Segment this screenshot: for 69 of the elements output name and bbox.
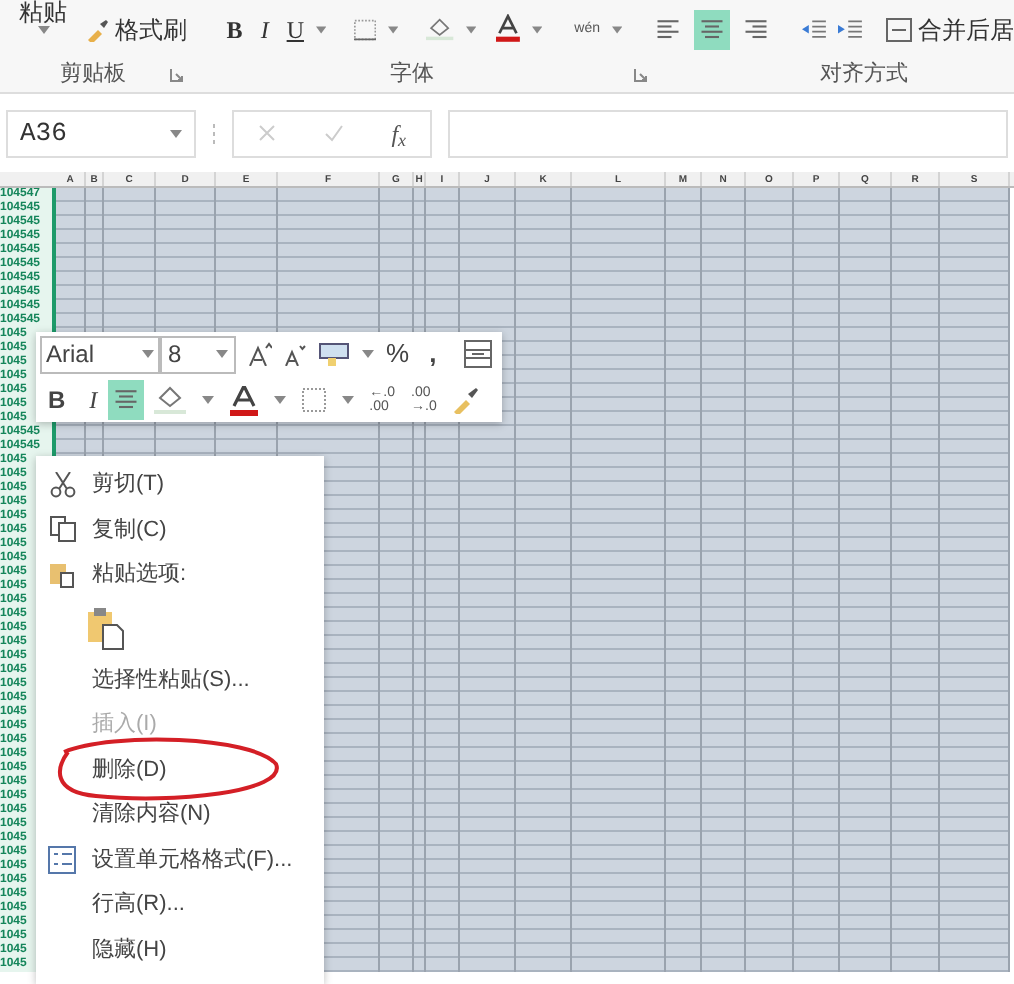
brush-icon [86, 17, 111, 41]
group-label: 对齐方式 [820, 59, 908, 90]
caret-icon[interactable] [37, 25, 50, 33]
menu-item[interactable]: 粘贴选项: [36, 552, 324, 597]
font-color-icon[interactable] [496, 14, 521, 44]
font-name-field[interactable]: Arial [40, 335, 160, 373]
bold-button[interactable]: B [48, 382, 66, 418]
formula-input[interactable] [448, 109, 1008, 157]
underline-button[interactable]: U [286, 11, 304, 47]
insert-function-button[interactable]: f$_{x}$ [391, 115, 407, 151]
brush-icon[interactable] [452, 386, 481, 414]
scissors-icon [49, 471, 75, 498]
align-center-icon [698, 17, 727, 41]
menu-item[interactable]: 隐藏(H) [36, 927, 324, 972]
dialog-launcher-icon[interactable] [634, 67, 648, 81]
menu-item[interactable]: 复制(C) [36, 507, 324, 552]
increase-indent-icon[interactable] [838, 17, 863, 41]
border-icon[interactable] [354, 17, 377, 41]
group-label: 剪贴板 [60, 59, 126, 90]
bold-button[interactable]: B [226, 11, 243, 47]
dialog-launcher-icon[interactable] [170, 67, 184, 81]
name-box[interactable]: A36 [6, 109, 196, 157]
align-right-icon [742, 17, 771, 41]
align-center-button[interactable] [107, 380, 144, 420]
menu-item[interactable]: 清除内容(N) [36, 792, 324, 837]
menu-item[interactable]: 设置单元格格式(F)... [36, 837, 324, 882]
italic-button[interactable]: I [260, 11, 269, 47]
align-center-icon [111, 388, 140, 412]
format-painter-button[interactable]: 格式刷 [82, 9, 191, 49]
grow-font-icon[interactable] [248, 342, 272, 366]
fill-color-icon[interactable] [153, 386, 186, 414]
copy-icon [49, 516, 75, 543]
caret-icon[interactable] [216, 350, 228, 358]
fill-color-icon[interactable] [426, 16, 454, 42]
caret-icon[interactable] [362, 350, 374, 358]
align-center-button[interactable] [694, 9, 731, 49]
caret-icon[interactable] [388, 25, 399, 33]
font-size-field[interactable]: 8 [160, 335, 236, 373]
menu-item[interactable]: 选择性粘贴(S)... [36, 657, 324, 702]
caret-icon[interactable] [142, 350, 154, 358]
caret-icon[interactable] [532, 25, 543, 33]
menu-item[interactable]: 行高(R)... [36, 882, 324, 927]
caret-icon[interactable] [612, 25, 623, 33]
merge-cells-icon [886, 17, 913, 41]
drag-handle-icon [212, 123, 216, 143]
menu-item[interactable]: 删除(D) [36, 747, 324, 792]
align-left-icon [654, 17, 683, 41]
caret-icon[interactable] [315, 25, 327, 33]
caret-icon[interactable] [170, 129, 182, 137]
number-format-icon[interactable] [318, 342, 350, 366]
border-icon[interactable] [301, 388, 326, 412]
clipboard-icon [50, 560, 74, 589]
wrap-text-icon[interactable] [464, 340, 493, 368]
italic-button[interactable]: I [89, 382, 98, 418]
paste-label[interactable]: 粘贴 [19, 0, 68, 25]
font-color-icon[interactable] [229, 385, 258, 415]
caret-icon[interactable] [341, 396, 354, 404]
comma-button[interactable]: , [429, 334, 437, 374]
caret-icon[interactable] [273, 396, 286, 404]
caret-icon[interactable] [201, 396, 214, 404]
paste-option-button[interactable] [88, 605, 124, 649]
merge-center-button[interactable]: 合并后居 [886, 11, 1014, 47]
group-label: 字体 [390, 59, 434, 90]
caret-icon[interactable] [465, 25, 477, 33]
percent-button[interactable]: % [386, 334, 410, 374]
format-list-icon [48, 845, 76, 874]
menu-item[interactable]: 剪切(T) [36, 462, 324, 507]
decrease-indent-icon[interactable] [802, 17, 827, 41]
shrink-font-icon[interactable] [284, 343, 306, 365]
